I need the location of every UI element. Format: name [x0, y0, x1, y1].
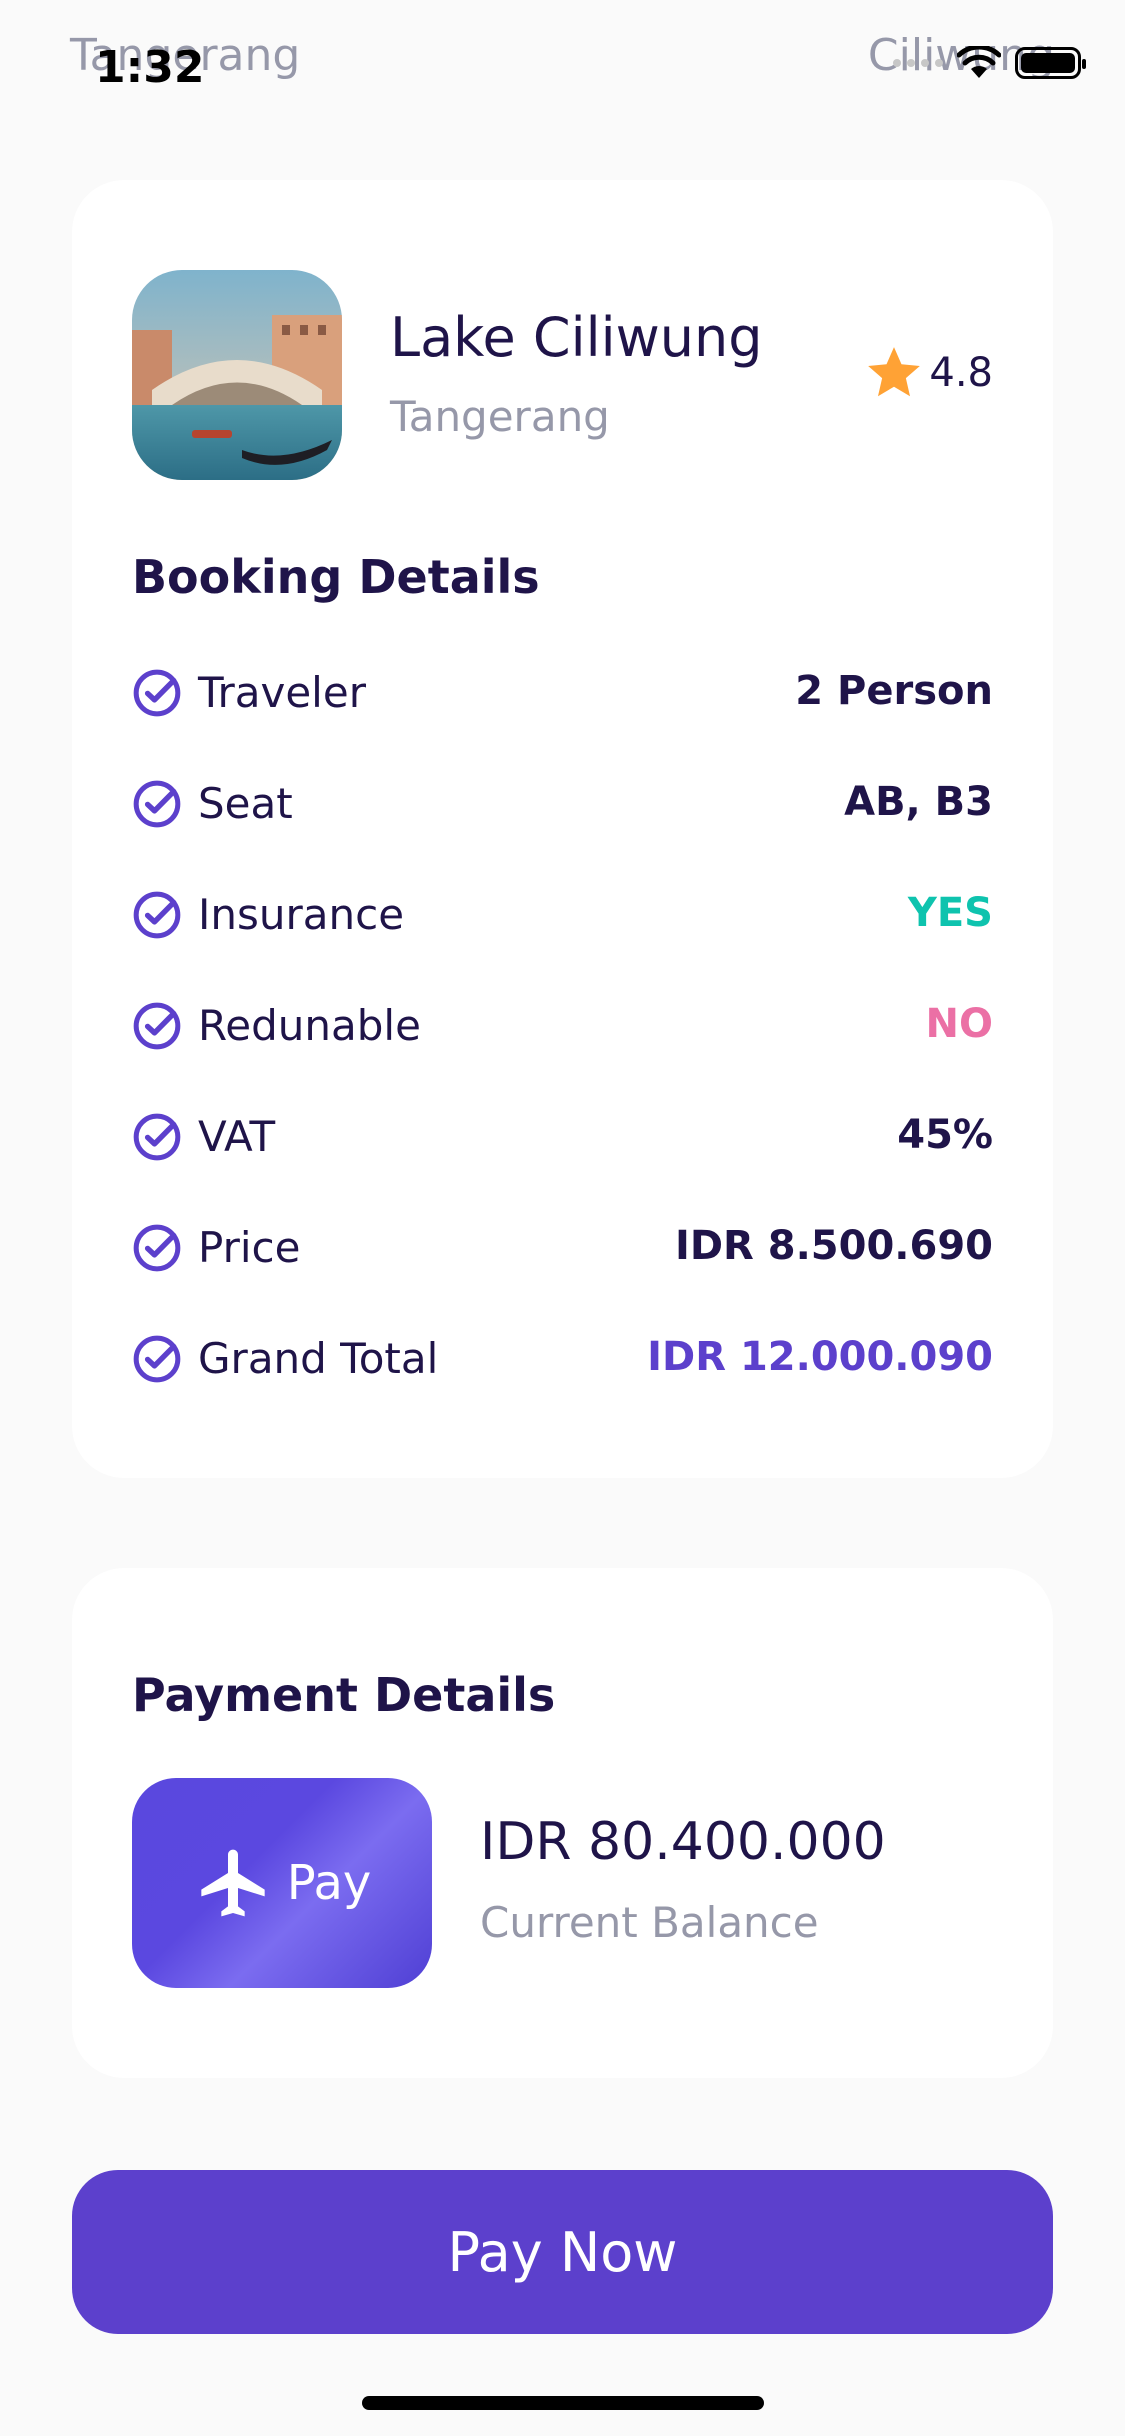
- detail-label: Redunable: [198, 1001, 421, 1050]
- home-indicator: [362, 2396, 764, 2410]
- detail-value: 45%: [897, 1112, 993, 1158]
- check-circle-icon: [132, 1334, 182, 1384]
- payment-card: Payment Details Pay IDR 80.400.000 Curre…: [72, 1568, 1053, 2078]
- check-circle-icon: [132, 1112, 182, 1162]
- detail-row-grand-total: Grand Total IDR 12.000.090: [132, 1326, 993, 1390]
- check-circle-icon: [132, 1001, 182, 1051]
- balance-amount: IDR 80.400.000: [480, 1812, 886, 1872]
- rating: 4.8: [863, 342, 993, 404]
- balance-label: Current Balance: [480, 1898, 819, 1947]
- detail-row-vat: VAT 45%: [132, 1104, 993, 1168]
- pay-wallet-card[interactable]: Pay: [132, 1778, 432, 1988]
- check-circle-icon: [132, 890, 182, 940]
- battery-icon: [1015, 47, 1086, 79]
- destination-city: Tangerang: [390, 392, 610, 441]
- detail-label: Grand Total: [198, 1334, 439, 1383]
- pay-card-label: Pay: [286, 1855, 372, 1911]
- detail-value: YES: [907, 890, 993, 936]
- detail-label: Seat: [198, 779, 293, 828]
- detail-row-seat: Seat AB, B3: [132, 771, 993, 835]
- detail-row-price: Price IDR 8.500.690: [132, 1215, 993, 1279]
- booking-card: Lake Ciliwung Tangerang 4.8 Booking Deta…: [72, 180, 1053, 1478]
- payment-details-title: Payment Details: [132, 1668, 556, 1722]
- detail-label: VAT: [198, 1112, 276, 1161]
- detail-value: AB, B3: [844, 779, 993, 825]
- wifi-icon: [957, 46, 1001, 80]
- pay-now-button[interactable]: Pay Now: [72, 2170, 1053, 2334]
- detail-row-insurance: Insurance YES: [132, 882, 993, 946]
- check-circle-icon: [132, 668, 182, 718]
- check-circle-icon: [132, 779, 182, 829]
- detail-row-traveler: Traveler 2 Person: [132, 660, 993, 724]
- status-icons: [893, 46, 1086, 80]
- status-bar: Tangerang Ciliwung 1:32: [0, 0, 1125, 120]
- destination-image: [132, 270, 342, 480]
- detail-row-refundable: Redunable NO: [132, 993, 993, 1057]
- checkout-screen: Tangerang Ciliwung 1:32 Lake Ciliwung Ta…: [0, 0, 1125, 2436]
- plane-icon: [201, 1849, 265, 1917]
- detail-value: IDR 12.000.090: [647, 1334, 993, 1380]
- rating-value: 4.8: [929, 350, 993, 396]
- detail-value: 2 Person: [795, 668, 993, 714]
- detail-label: Insurance: [198, 890, 405, 939]
- star-icon: [868, 347, 921, 397]
- detail-value: NO: [925, 1001, 993, 1047]
- status-time: 1:32: [95, 42, 205, 93]
- signal-icon: [893, 59, 943, 67]
- booking-details-title: Booking Details: [132, 550, 540, 604]
- detail-label: Traveler: [198, 668, 366, 717]
- check-circle-icon: [132, 1223, 182, 1273]
- detail-value: IDR 8.500.690: [674, 1223, 993, 1269]
- detail-label: Price: [198, 1223, 301, 1272]
- destination-name: Lake Ciliwung: [390, 306, 763, 369]
